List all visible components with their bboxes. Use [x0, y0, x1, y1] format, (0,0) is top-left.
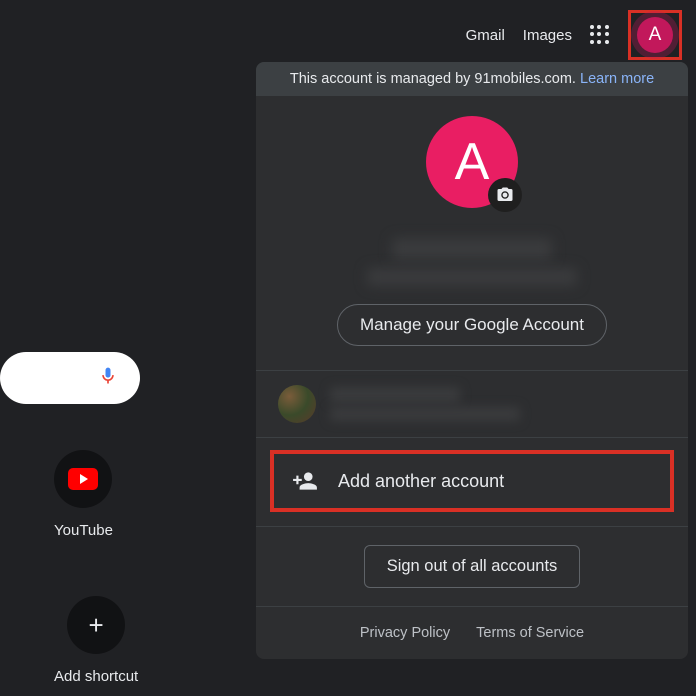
user-name-blurred — [392, 238, 552, 260]
shortcut-label: Add shortcut — [54, 668, 138, 685]
profile-avatar-small[interactable]: A — [637, 17, 673, 53]
account-popup: This account is managed by 91mobiles.com… — [256, 62, 688, 659]
other-account-info — [330, 387, 520, 421]
other-account-avatar — [278, 385, 316, 423]
avatar-large-wrapper: A — [426, 116, 518, 208]
microphone-icon[interactable] — [98, 363, 118, 394]
shortcut-add[interactable]: + Add shortcut — [54, 596, 138, 685]
user-email-blurred — [367, 268, 577, 286]
add-account-button[interactable]: Add another account — [270, 450, 674, 512]
search-bar[interactable] — [0, 352, 140, 404]
learn-more-link[interactable]: Learn more — [580, 71, 654, 87]
managed-banner: This account is managed by 91mobiles.com… — [256, 62, 688, 96]
apps-grid-icon[interactable] — [590, 25, 610, 45]
camera-icon[interactable] — [488, 178, 522, 212]
manage-account-button[interactable]: Manage your Google Account — [337, 304, 607, 346]
plus-icon: + — [89, 610, 104, 641]
footer-links: Privacy Policy Terms of Service — [256, 607, 688, 649]
privacy-link[interactable]: Privacy Policy — [360, 625, 450, 641]
shortcut-label: YouTube — [54, 522, 113, 539]
other-email-blurred — [330, 407, 520, 421]
terms-link[interactable]: Terms of Service — [476, 625, 584, 641]
banner-text: This account is managed by 91mobiles.com… — [290, 71, 580, 87]
other-account-row[interactable] — [256, 371, 688, 438]
other-name-blurred — [330, 387, 460, 403]
youtube-icon — [68, 468, 98, 490]
shortcut-circle: + — [67, 596, 125, 654]
shortcut-circle — [54, 450, 112, 508]
person-add-icon — [292, 468, 318, 494]
shortcut-youtube[interactable]: YouTube — [54, 450, 113, 539]
images-link[interactable]: Images — [523, 27, 572, 44]
add-account-label: Add another account — [338, 471, 504, 492]
gmail-link[interactable]: Gmail — [466, 27, 505, 44]
profile-section: A Manage your Google Account — [256, 96, 688, 371]
signout-wrapper: Sign out of all accounts — [256, 527, 688, 607]
top-nav: Gmail Images A — [466, 10, 682, 60]
highlight-avatar: A — [628, 10, 682, 60]
signout-button[interactable]: Sign out of all accounts — [364, 545, 581, 588]
